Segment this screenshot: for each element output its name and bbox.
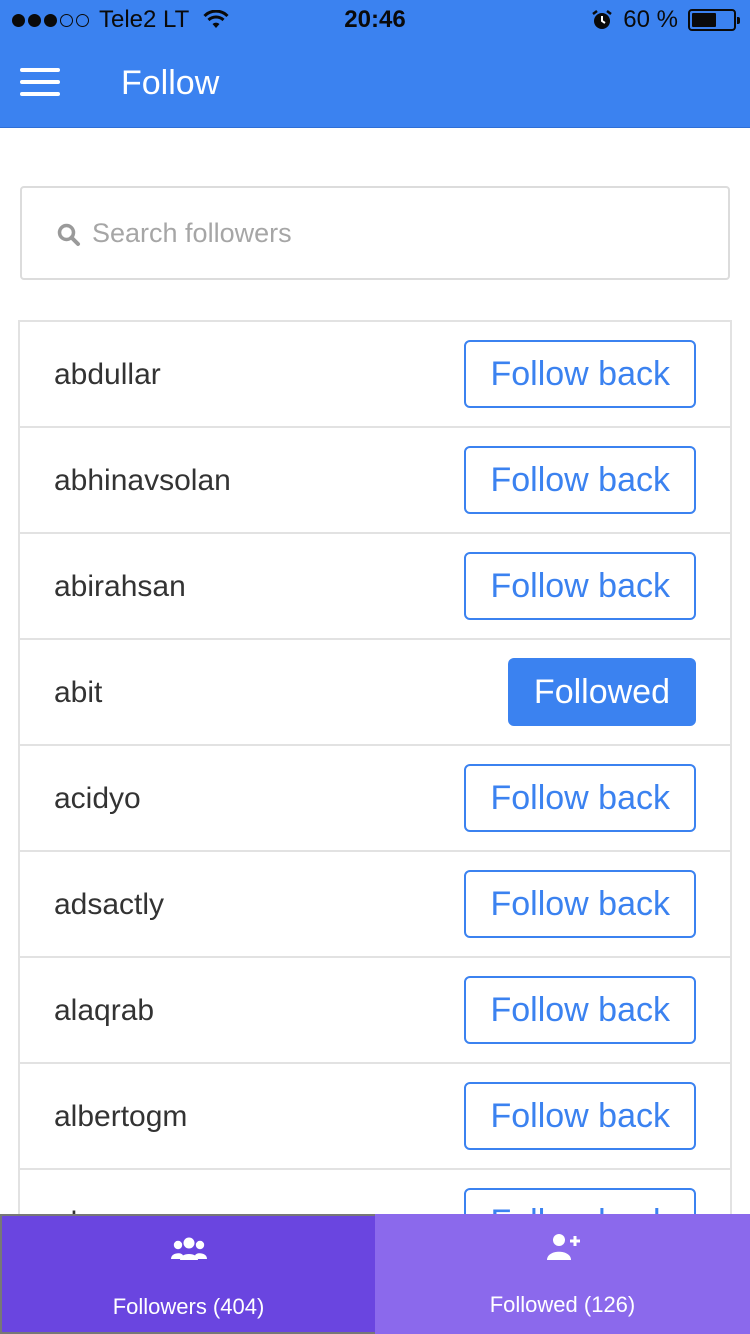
tab-followers[interactable]: Followers (404) — [0, 1214, 375, 1334]
follow-back-button[interactable]: Follow back — [464, 446, 696, 514]
follow-back-button[interactable]: Follow back — [464, 976, 696, 1044]
battery-fill — [692, 13, 716, 27]
list-item: abit Followed — [20, 640, 730, 746]
search-input[interactable] — [92, 188, 712, 278]
page-title: Follow — [121, 64, 220, 102]
followers-group-icon — [170, 1237, 207, 1260]
status-bar: Tele2 LT 20:46 60 % — [0, 0, 750, 40]
bottom-tab-bar: Followers (404) Followed (126) — [0, 1214, 750, 1334]
username: abirahsan — [54, 570, 186, 603]
username: albertogm — [54, 1100, 188, 1133]
app-header: Tele2 LT 20:46 60 % Follow — [0, 0, 750, 128]
battery-percent: 60 % — [623, 6, 678, 33]
list-item: albertogm Follow back — [20, 1064, 730, 1170]
follow-back-button[interactable]: Follow back — [464, 764, 696, 832]
tab-followed[interactable]: Followed (126) — [375, 1214, 750, 1334]
add-user-icon — [546, 1234, 580, 1260]
follow-back-button[interactable]: Follow back — [464, 1082, 696, 1150]
nav-bar: Follow — [0, 40, 750, 128]
alarm-icon — [592, 10, 613, 29]
hamburger-menu-icon[interactable] — [20, 68, 60, 100]
search-icon — [57, 223, 80, 246]
list-item: alaqrab Follow back — [20, 958, 730, 1064]
list-item: abirahsan Follow back — [20, 534, 730, 640]
list-item: al... Follow back — [20, 1170, 730, 1216]
list-item: acidyo Follow back — [20, 746, 730, 852]
follow-back-button[interactable]: Follow back — [464, 870, 696, 938]
battery-icon — [688, 9, 740, 31]
list-item: abdullar Follow back — [20, 322, 730, 428]
username: acidyo — [54, 782, 141, 815]
tab-followed-label: Followed (126) — [489, 1292, 636, 1317]
list-item: adsactly Follow back — [20, 852, 730, 958]
tab-followers-label: Followers (404) — [112, 1294, 265, 1319]
username: abdullar — [54, 358, 161, 391]
search-box[interactable] — [20, 186, 730, 280]
username: adsactly — [54, 888, 165, 921]
status-right: 60 % — [591, 6, 740, 34]
followed-button[interactable]: Followed — [507, 658, 696, 726]
follow-back-button[interactable]: Follow back — [464, 552, 696, 620]
follow-back-button[interactable]: Follow back — [464, 340, 696, 408]
list-item: abhinavsolan Follow back — [20, 428, 730, 534]
follow-back-button[interactable]: Follow back — [464, 1188, 696, 1216]
username: abhinavsolan — [54, 464, 231, 497]
username: abit — [54, 676, 103, 709]
username: alaqrab — [54, 994, 155, 1027]
followers-list[interactable]: abdullar Follow back abhinavsolan Follow… — [18, 320, 732, 1216]
